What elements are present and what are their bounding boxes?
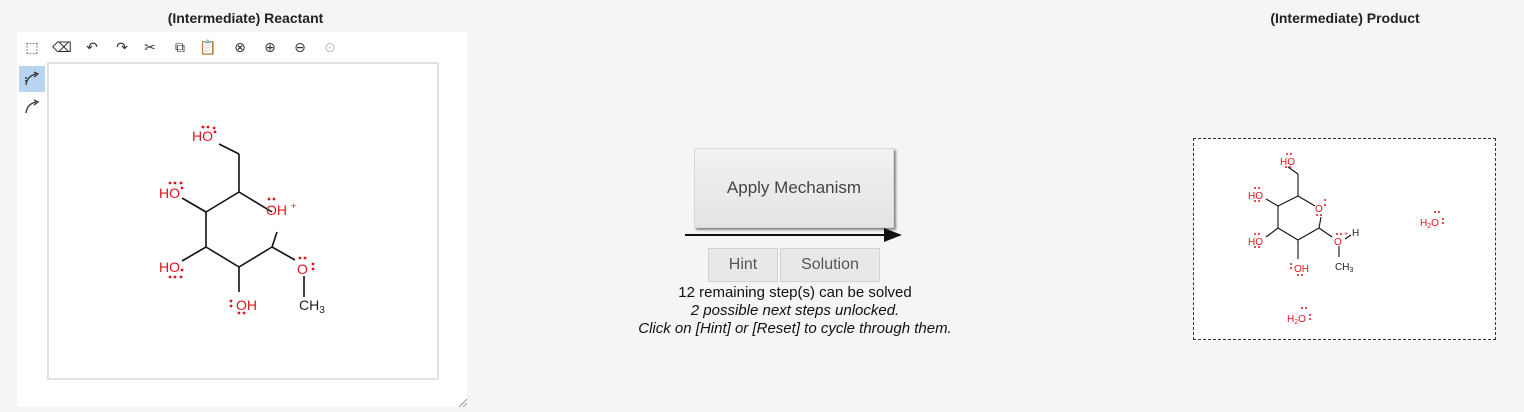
product-oh-bottom: OH <box>1294 264 1309 275</box>
copy-icon[interactable]: ⧉ <box>169 37 191 57</box>
zoom-in-icon[interactable]: ⊕ <box>259 37 281 57</box>
cut-icon[interactable]: ✂ <box>139 37 161 57</box>
apply-mechanism-button[interactable]: Apply Mechanism <box>694 148 894 228</box>
product-water-1: H2O <box>1420 218 1439 230</box>
reactant-structure: HO HO HO OH + O OH CH3 <box>159 125 325 316</box>
eraser-icon[interactable]: ⌫ <box>51 37 73 57</box>
reactant-ho-top: HO <box>192 128 213 144</box>
product-ch3: CH3 <box>1335 262 1353 274</box>
cycle-instructions-text: Click on [Hint] or [Reset] to cycle thro… <box>638 320 952 337</box>
resize-grip-icon[interactable] <box>457 397 467 407</box>
product-title: (Intermediate) Product <box>1270 10 1420 26</box>
reactant-plus-charge: + <box>291 201 296 211</box>
product-o-ring: O <box>1315 204 1323 215</box>
editor-toolbar: ⬚ ⌫ ↶ ↷ ✂ ⧉ 📋 ⊗ ⊕ ⊖ ⊙ <box>17 34 377 60</box>
reactant-oh-plus: OH <box>266 202 287 218</box>
reaction-arrow-icon <box>685 228 902 242</box>
product-structure: HO HO HO O O + OH H2O H2O H CH3 <box>1248 153 1444 326</box>
reactant-ch3: CH3 <box>299 297 325 316</box>
product-water-2: H2O <box>1287 314 1306 326</box>
reactant-editor: ⬚ ⌫ ↶ ↷ ✂ ⧉ 📋 ⊗ ⊕ ⊖ ⊙ HO HO HO OH + O OH… <box>17 32 467 407</box>
zoom-out-icon[interactable]: ⊖ <box>289 37 311 57</box>
solution-button[interactable]: Solution <box>780 248 880 282</box>
reactant-o-methoxy: O <box>297 261 308 277</box>
reactant-ho-left-lower: HO <box>159 259 180 275</box>
curved-arrow-double-icon <box>25 71 40 86</box>
redo-icon[interactable]: ↷ <box>111 37 133 57</box>
hint-button[interactable]: Hint <box>708 248 778 282</box>
zoom-reset-icon[interactable]: ⊗ <box>229 37 251 57</box>
reactant-canvas[interactable]: HO HO HO OH + O OH CH3 <box>47 62 439 380</box>
product-ho-top: HO <box>1280 157 1295 168</box>
select-tool-icon[interactable]: ⬚ <box>21 37 43 57</box>
paste-icon[interactable]: 📋 <box>197 37 219 57</box>
arrow-push-tool[interactable] <box>19 66 45 92</box>
product-plus-charge: + <box>1344 231 1348 238</box>
product-o-plus: O <box>1334 237 1342 248</box>
product-canvas: HO HO HO O O + OH H2O H2O H CH3 <box>1193 138 1496 340</box>
reactant-ho-left-upper: HO <box>159 185 180 201</box>
product-h: H <box>1352 228 1359 239</box>
undo-icon[interactable]: ↶ <box>81 37 103 57</box>
remaining-steps-text: 12 remaining step(s) can be solved <box>678 284 912 301</box>
single-arrow-tool[interactable] <box>19 94 45 120</box>
zoom-fit-icon[interactable]: ⊙ <box>319 37 341 57</box>
reactant-title: (Intermediate) Reactant <box>167 10 324 26</box>
curved-arrow-single-icon <box>25 99 40 114</box>
next-steps-text: 2 possible next steps unlocked. <box>690 302 900 319</box>
reactant-oh-bottom: OH <box>236 297 257 313</box>
